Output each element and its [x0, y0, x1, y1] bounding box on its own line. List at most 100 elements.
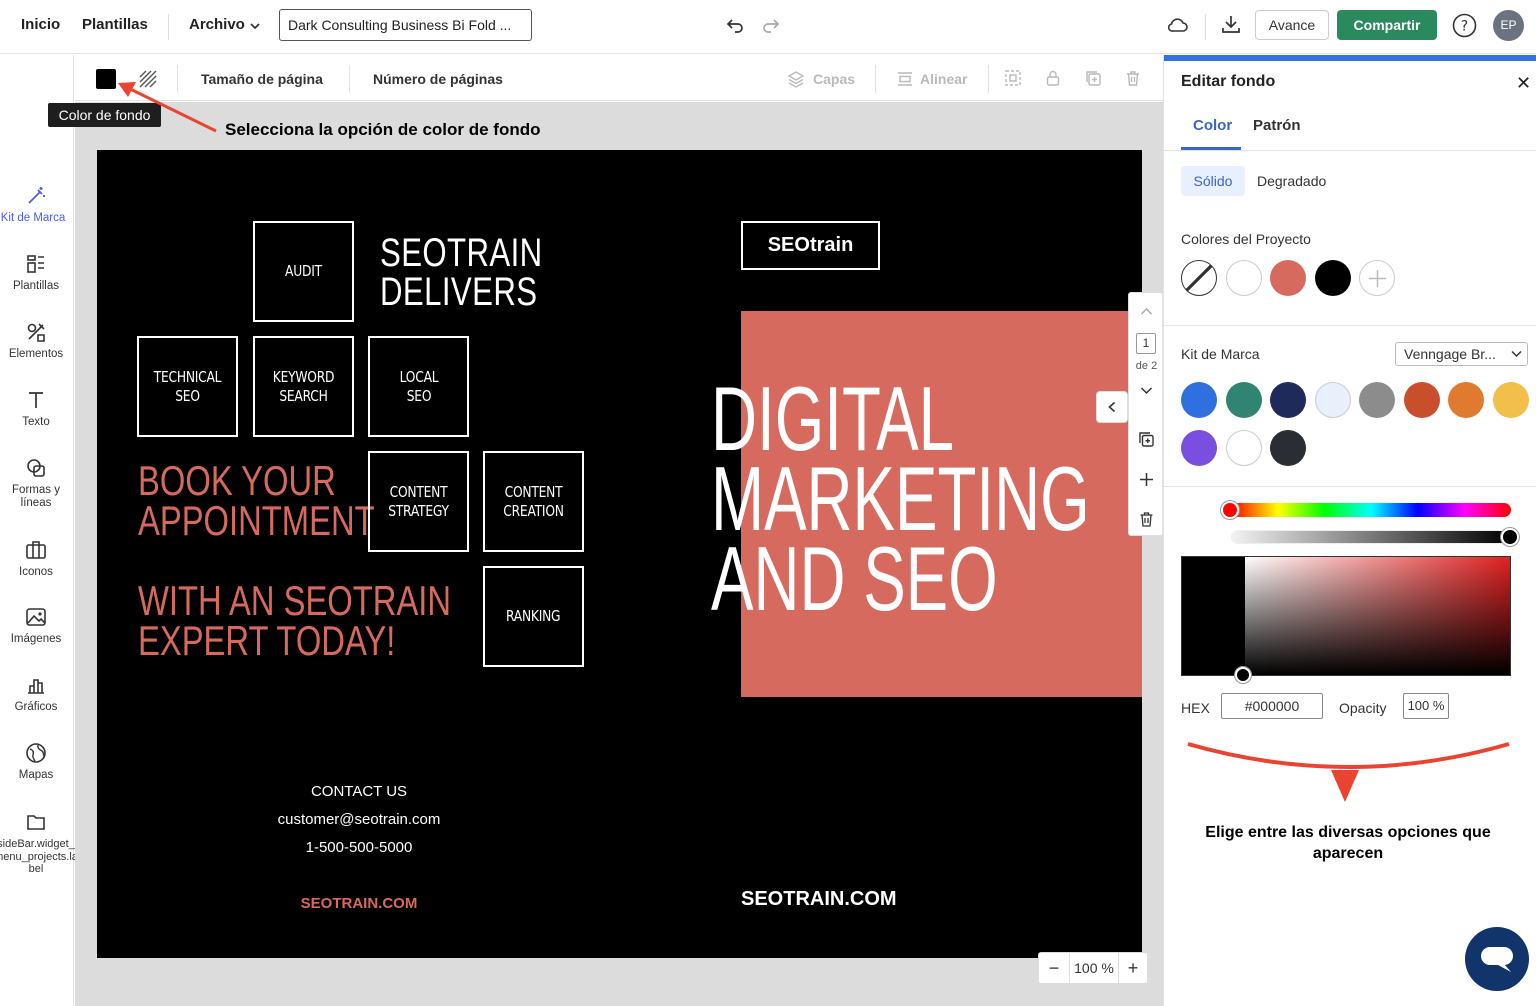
opacity-slider[interactable] [1231, 530, 1511, 544]
add-page-icon[interactable] [1139, 472, 1154, 487]
brand-color-swatch[interactable] [1448, 382, 1484, 418]
brand-color-swatch[interactable] [1403, 382, 1440, 418]
hex-input[interactable]: #000000 [1221, 693, 1323, 719]
contact-title[interactable]: CONTACT US [247, 783, 471, 800]
heading-line-2[interactable]: DELIVERS [380, 272, 537, 312]
color-swatch[interactable] [1225, 260, 1262, 296]
hue-slider-handle[interactable] [1221, 501, 1239, 519]
expert-line-1[interactable]: WITH AN SEOTRAIN [138, 580, 451, 622]
collapse-panel-button[interactable] [1096, 391, 1128, 423]
local-seo-box[interactable]: LOCAL SEO [368, 336, 469, 437]
sidebar-item-icons[interactable]: Iconos [0, 539, 72, 579]
no-color-swatch[interactable] [1181, 260, 1217, 296]
download-icon[interactable] [1220, 13, 1242, 35]
sidebar-item-maps[interactable]: Mapas [0, 742, 72, 782]
logo-box[interactable]: SEOtrain [741, 221, 880, 270]
hue-slider[interactable] [1231, 503, 1511, 517]
brand-color-swatch[interactable] [1270, 382, 1306, 418]
align-button[interactable]: Alinear [920, 71, 967, 87]
content-strategy-box[interactable]: CONTENT STRATEGY [368, 451, 469, 552]
big-title-line-2: MARKETING [711, 449, 1090, 550]
brand-color-swatch[interactable] [1270, 430, 1306, 466]
document-title-input[interactable]: Dark Consulting Business Bi Fold ... [279, 9, 532, 41]
redo-icon[interactable] [761, 15, 781, 35]
technical-seo-box[interactable]: TECHNICAL SEO [137, 336, 238, 437]
page-count-button[interactable]: Número de páginas [373, 71, 503, 87]
chevron-down-icon[interactable] [1140, 386, 1153, 396]
brand-color-swatch[interactable] [1225, 430, 1262, 466]
brand-color-swatch[interactable] [1181, 382, 1217, 418]
sidebar-item-text[interactable]: Texto [0, 389, 72, 429]
zoom-level[interactable]: 100 % [1069, 953, 1119, 983]
cloud-sync-icon[interactable] [1166, 13, 1190, 37]
brand-color-swatch[interactable] [1359, 382, 1395, 418]
sidebar-item-templates[interactable]: Plantillas [0, 253, 72, 293]
file-menu[interactable]: Archivo [189, 16, 245, 33]
sidebar-item-shapes[interactable]: Formas y líneas [0, 457, 72, 510]
website-left[interactable]: SEOTRAIN.COM [247, 895, 471, 912]
big-title[interactable]: DIGITAL MARKETING AND SEO [711, 374, 1090, 625]
content-creation-box[interactable]: CONTENT CREATION [483, 451, 584, 552]
share-button[interactable]: Compartir [1337, 10, 1437, 40]
sidebar-item-brand-kit[interactable]: Kit de Marca [0, 185, 72, 225]
color-swatch[interactable] [1314, 260, 1351, 296]
project-colors-label: Colores del Proyecto [1181, 231, 1311, 247]
page-controls: 1 de 2 [1128, 292, 1163, 536]
brand-color-swatch[interactable] [1314, 382, 1351, 418]
box-label: LOCAL SEO [399, 367, 438, 405]
color-swatch[interactable] [1270, 260, 1306, 296]
tab-pattern[interactable]: Patrón [1253, 117, 1301, 134]
home-link[interactable]: Inicio [21, 16, 60, 33]
sidebar-item-elements[interactable]: Elementos [0, 321, 72, 361]
gradient-toggle[interactable]: Degradado [1257, 173, 1326, 189]
heading-line-1[interactable]: SEOTRAIN [380, 233, 543, 273]
add-color-icon[interactable] [1359, 260, 1395, 296]
contact-phone[interactable]: 1-500-500-5000 [247, 839, 471, 856]
contact-email[interactable]: customer@seotrain.com [247, 811, 471, 828]
color-picker-area[interactable] [1181, 556, 1511, 676]
avatar[interactable]: EP [1493, 10, 1524, 41]
trash-icon[interactable] [1124, 69, 1142, 87]
delete-page-icon[interactable] [1139, 511, 1154, 527]
page-total: de 2 [1135, 360, 1158, 372]
design-page[interactable]: AUDIT SEOTRAIN DELIVERS TECHNICAL SEO KE… [97, 150, 1142, 958]
website-right[interactable]: SEOTRAIN.COM [741, 888, 897, 911]
audit-box[interactable]: AUDIT [253, 221, 354, 322]
layers-button[interactable]: Capas [813, 71, 855, 87]
undo-icon[interactable] [725, 15, 745, 35]
tab-color[interactable]: Color [1193, 117, 1232, 134]
brand-color-swatch[interactable] [1225, 382, 1262, 418]
sidebar-item-projects[interactable]: sideBar.widget_menu_projects.label [0, 811, 78, 876]
expert-line-2[interactable]: EXPERT TODAY! [138, 620, 395, 662]
zoom-out-button[interactable]: − [1040, 953, 1068, 983]
brand-color-swatch[interactable] [1181, 430, 1217, 466]
opacity-input[interactable]: 100 % [1403, 693, 1449, 719]
crop-frame-icon[interactable] [1004, 69, 1022, 87]
opacity-slider-handle[interactable] [1501, 528, 1519, 546]
chat-button[interactable] [1465, 927, 1529, 991]
keyword-search-box[interactable]: KEYWORD SEARCH [253, 336, 354, 437]
chevron-up-icon[interactable] [1140, 306, 1153, 316]
lock-icon[interactable] [1044, 69, 1062, 87]
solid-toggle[interactable]: Sólido [1181, 166, 1245, 196]
duplicate-icon[interactable] [1084, 69, 1102, 87]
preview-button[interactable]: Avance [1255, 10, 1329, 40]
ranking-box[interactable]: RANKING [483, 566, 584, 667]
templates-link[interactable]: Plantillas [82, 16, 148, 33]
maps-icon [26, 743, 46, 763]
page-number-input[interactable]: 1 [1136, 333, 1156, 354]
brand-color-swatch[interactable] [1492, 382, 1529, 418]
sidebar-item-charts[interactable]: Gráficos [0, 674, 72, 714]
help-icon[interactable]: ? [1452, 13, 1477, 38]
brand-kit-select[interactable]: Venngage Br... [1395, 342, 1528, 366]
sidebar-item-label: Plantillas [12, 280, 60, 292]
close-icon[interactable]: ✕ [1516, 73, 1531, 94]
chevron-down-icon[interactable] [249, 20, 261, 32]
book-line-2[interactable]: APPOINTMENT [138, 500, 375, 542]
zoom-in-button[interactable]: + [1119, 953, 1147, 983]
sidebar-item-images[interactable]: Imágenes [0, 606, 72, 646]
sidebar-item-label: Gráficos [14, 701, 58, 713]
duplicate-page-icon[interactable] [1138, 431, 1155, 448]
picker-handle[interactable] [1235, 667, 1251, 683]
book-line-1[interactable]: BOOK YOUR [138, 460, 336, 502]
